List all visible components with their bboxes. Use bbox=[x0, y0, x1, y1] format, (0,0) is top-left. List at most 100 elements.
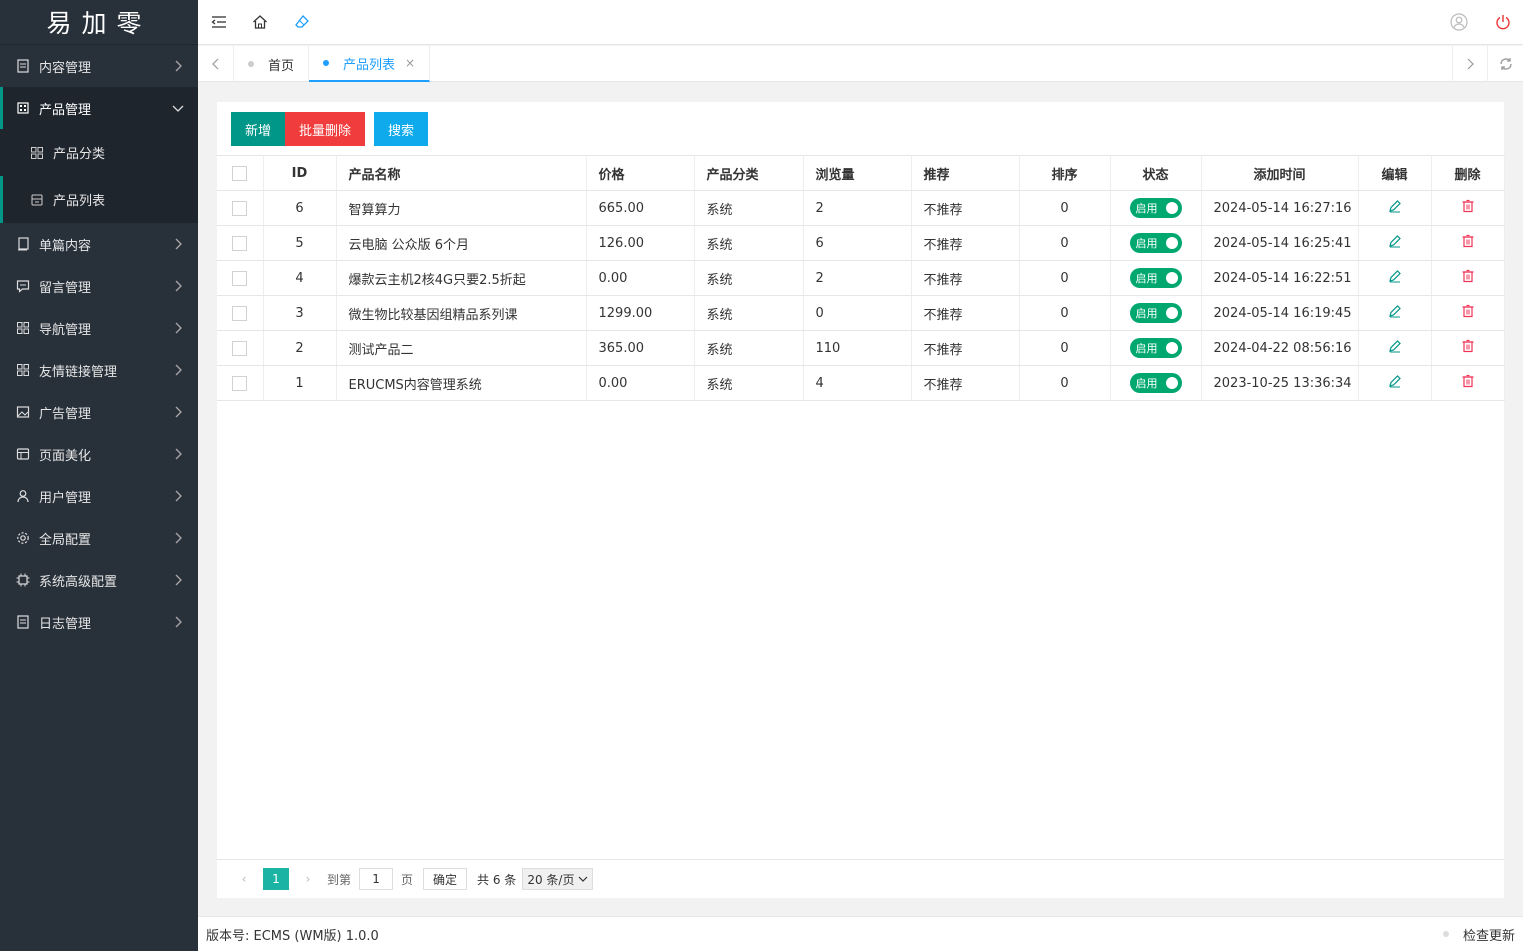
cell-status: 启用 bbox=[1110, 365, 1202, 401]
header-sort[interactable]: 排序 bbox=[1019, 155, 1111, 191]
sidebar-item-product[interactable]: 产品管理 bbox=[0, 87, 198, 129]
top-header bbox=[198, 0, 1523, 45]
sidebar-item-single-page[interactable]: 单篇内容 bbox=[0, 223, 198, 265]
sidebar-item-logs[interactable]: 日志管理 bbox=[0, 601, 198, 643]
tab-product-list[interactable]: 产品列表 × bbox=[309, 46, 431, 82]
sidebar-item-label: 产品管理 bbox=[39, 102, 92, 118]
building-icon bbox=[16, 101, 30, 115]
next-page-icon[interactable]: › bbox=[301, 872, 315, 886]
chevron-right-icon bbox=[172, 364, 184, 376]
header-time[interactable]: 添加时间 bbox=[1201, 155, 1359, 191]
image-icon bbox=[16, 405, 30, 419]
status-toggle[interactable]: 启用 bbox=[1129, 233, 1182, 253]
table-row: 6 智算算力 665.00 系统 2 不推荐 0 启用 2024-05-14 16:27:16 bbox=[217, 190, 1505, 226]
row-checkbox[interactable] bbox=[232, 340, 248, 356]
trash-icon[interactable] bbox=[1461, 199, 1475, 213]
table-body: 6 智算算力 665.00 系统 2 不推荐 0 启用 2024-05-14 16:27:16 5… bbox=[217, 190, 1505, 401]
status-toggle[interactable]: 启用 bbox=[1129, 268, 1182, 288]
sidebar-item-label: 单篇内容 bbox=[39, 238, 92, 254]
status-toggle[interactable]: 启用 bbox=[1129, 303, 1182, 323]
cell-sort: 0 bbox=[1019, 365, 1111, 401]
sidebar-item-advanced-config[interactable]: 系统高级配置 bbox=[0, 559, 198, 601]
sidebar-subitem-product-category[interactable]: 产品分类 bbox=[0, 129, 198, 176]
sidebar-item-label: 日志管理 bbox=[39, 616, 92, 632]
cell-edit bbox=[1358, 225, 1432, 261]
sidebar-subitem-product-list[interactable]: 产品列表 bbox=[0, 176, 198, 223]
row-checkbox[interactable] bbox=[232, 305, 248, 321]
edit-icon[interactable] bbox=[1388, 339, 1402, 353]
add-button[interactable]: 新增 bbox=[231, 112, 286, 146]
trash-icon[interactable] bbox=[1461, 234, 1475, 248]
prev-page-icon[interactable]: ‹ bbox=[237, 872, 251, 886]
header-status[interactable]: 状态 bbox=[1110, 155, 1202, 191]
batch-delete-button[interactable]: 批量删除 bbox=[285, 112, 366, 146]
status-toggle[interactable]: 启用 bbox=[1129, 373, 1182, 393]
select-all-cell bbox=[217, 155, 264, 191]
cell-name: 测试产品二 bbox=[336, 330, 587, 366]
cell-category: 系统 bbox=[694, 295, 804, 331]
trash-icon[interactable] bbox=[1461, 339, 1475, 353]
table-row: 2 测试产品二 365.00 系统 110 不推荐 0 启用 2024-04-22 08:56:… bbox=[217, 330, 1505, 366]
trash-icon[interactable] bbox=[1461, 269, 1475, 283]
row-checkbox[interactable] bbox=[232, 270, 248, 286]
chevron-right-icon bbox=[172, 322, 184, 334]
edit-icon[interactable] bbox=[1388, 234, 1402, 248]
sidebar-item-content[interactable]: 内容管理 bbox=[0, 45, 198, 87]
cell-time: 2024-05-14 16:27:16 bbox=[1201, 190, 1359, 226]
select-all-checkbox[interactable] bbox=[232, 165, 248, 181]
header-price[interactable]: 价格 bbox=[586, 155, 695, 191]
menu-collapse-icon[interactable] bbox=[209, 12, 229, 32]
cell-status: 启用 bbox=[1110, 295, 1202, 331]
user-avatar-icon[interactable] bbox=[1449, 12, 1469, 32]
edit-icon[interactable] bbox=[1388, 304, 1402, 318]
check-update[interactable]: 检查更新 bbox=[1442, 925, 1515, 944]
page-size-select[interactable]: 20 条/页 bbox=[522, 868, 594, 890]
status-toggle[interactable]: 启用 bbox=[1129, 198, 1182, 218]
confirm-page-button[interactable]: 确定 bbox=[423, 868, 468, 890]
header-recommend[interactable]: 推荐 bbox=[911, 155, 1020, 191]
page-unit-label: 页 bbox=[401, 872, 414, 887]
cell-delete bbox=[1431, 190, 1505, 226]
home-icon[interactable] bbox=[250, 12, 270, 32]
sidebar-item-global-config[interactable]: 全局配置 bbox=[0, 517, 198, 559]
current-page-button[interactable]: 1 bbox=[263, 868, 289, 890]
edit-icon[interactable] bbox=[1388, 199, 1402, 213]
toggle-knob bbox=[1165, 377, 1178, 389]
status-toggle-label: 启用 bbox=[1135, 202, 1158, 215]
status-toggle-label: 启用 bbox=[1135, 272, 1158, 285]
trash-icon[interactable] bbox=[1461, 374, 1475, 388]
goto-label: 到第 bbox=[327, 872, 352, 887]
row-checkbox[interactable] bbox=[232, 200, 248, 216]
trash-icon[interactable] bbox=[1461, 304, 1475, 318]
row-checkbox[interactable] bbox=[232, 235, 248, 251]
tabs-scroll-left-icon[interactable] bbox=[198, 46, 234, 82]
sidebar-item-navigation[interactable]: 导航管理 bbox=[0, 307, 198, 349]
header-id[interactable]: ID bbox=[263, 155, 337, 191]
header-name[interactable]: 产品名称 bbox=[336, 155, 587, 191]
header-category[interactable]: 产品分类 bbox=[694, 155, 804, 191]
tabs-scroll-right-icon[interactable] bbox=[1452, 46, 1487, 82]
logout-power-icon[interactable] bbox=[1493, 12, 1513, 32]
cell-views: 2 bbox=[803, 190, 912, 226]
cell-price: 1299.00 bbox=[586, 295, 695, 331]
pagination: ‹ 1 › 到第 1 页 确定 共 6 条 20 条/页 bbox=[217, 859, 1504, 898]
sidebar-item-page-beautify[interactable]: 页面美化 bbox=[0, 433, 198, 475]
edit-icon[interactable] bbox=[1388, 374, 1402, 388]
tab-home[interactable]: 首页 bbox=[234, 46, 310, 82]
tab-close-icon[interactable]: × bbox=[405, 56, 415, 70]
sidebar-item-messages[interactable]: 留言管理 bbox=[0, 265, 198, 307]
app-logo[interactable]: 易加零 bbox=[0, 0, 198, 45]
edit-icon[interactable] bbox=[1388, 269, 1402, 283]
row-checkbox[interactable] bbox=[232, 375, 248, 391]
status-toggle[interactable]: 启用 bbox=[1129, 338, 1182, 358]
sidebar-item-friend-links[interactable]: 友情链接管理 bbox=[0, 349, 198, 391]
sidebar-item-users[interactable]: 用户管理 bbox=[0, 475, 198, 517]
clear-cache-icon[interactable] bbox=[292, 12, 312, 32]
sidebar-item-ads[interactable]: 广告管理 bbox=[0, 391, 198, 433]
check-update-link[interactable]: 检查更新 bbox=[1463, 925, 1515, 944]
page-number-input[interactable]: 1 bbox=[359, 868, 394, 890]
search-button[interactable]: 搜索 bbox=[374, 112, 429, 146]
cell-status: 启用 bbox=[1110, 260, 1202, 296]
header-views[interactable]: 浏览量 bbox=[803, 155, 912, 191]
refresh-icon[interactable] bbox=[1487, 46, 1523, 82]
